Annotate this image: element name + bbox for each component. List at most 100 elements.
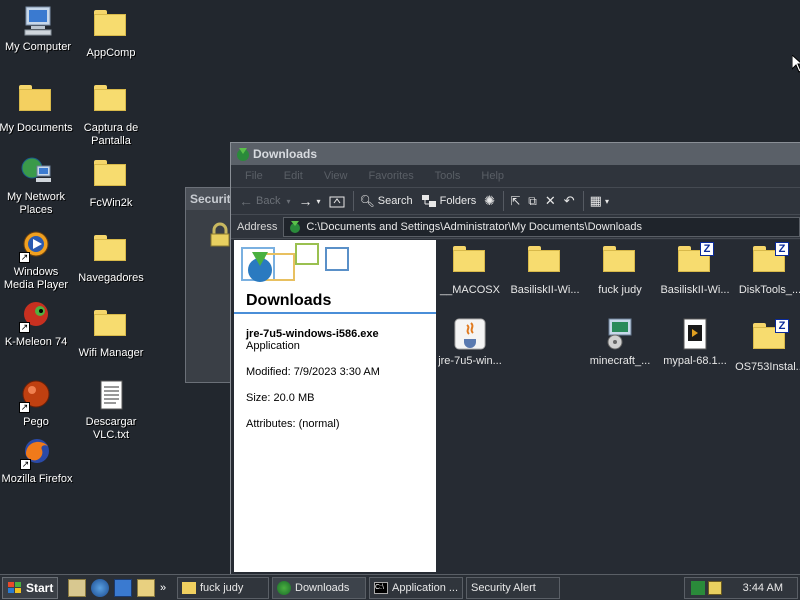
file-item[interactable]: __MACOSX <box>432 240 508 296</box>
start-button[interactable]: Start <box>2 576 58 599</box>
toolbar-separator <box>503 191 505 211</box>
desktop-icon-pego[interactable]: ↗ Pego <box>0 379 74 429</box>
desktop-icon-network-places[interactable]: My Network Places <box>0 154 74 217</box>
pego-icon: ↗ <box>19 379 53 413</box>
explorer-title-bar[interactable]: Downloads <box>231 143 800 165</box>
menu-view[interactable]: View <box>324 170 348 182</box>
move-to-button[interactable]: ⇱ <box>510 194 520 208</box>
setup-file-icon <box>678 317 712 351</box>
network-globe-icon <box>19 154 53 188</box>
folders-button[interactable]: Folders <box>421 194 476 208</box>
desktop-icon-my-computer[interactable]: My Computer <box>0 4 76 54</box>
downloads-banner-icon <box>241 243 349 282</box>
menu-favorites[interactable]: Favorites <box>369 170 414 182</box>
folders-icon <box>421 195 436 207</box>
network-tray-icon[interactable] <box>691 581 705 595</box>
system-tray: 3:44 AM <box>684 577 798 599</box>
back-button[interactable]: ← Back ▾ <box>239 193 290 209</box>
desktop-icon-my-documents[interactable]: My Documents <box>0 79 74 135</box>
views-button[interactable]: ▦ ▾ <box>590 193 609 209</box>
file-item[interactable]: Z BasiliskII-Wi... <box>657 240 733 296</box>
desktop-icon-label: Descargar VLC.txt <box>85 416 137 441</box>
file-item[interactable]: mypal-68.1... <box>657 317 733 367</box>
up-folder-icon <box>329 196 344 208</box>
console-icon: C:\ <box>374 581 388 594</box>
selected-file-type: Application <box>246 340 300 352</box>
delete-button[interactable]: ✕ <box>545 193 556 209</box>
up-folder-button[interactable] <box>329 194 345 208</box>
padlock-icon <box>210 222 230 247</box>
outlook-express-icon[interactable] <box>114 578 132 597</box>
task-button-security-alert[interactable]: Security Alert <box>466 576 560 599</box>
task-button-application[interactable]: C:\ Application ... <box>369 576 463 599</box>
taskbar: Start » fuck judy Downloads C:\ Applicat… <box>0 574 800 600</box>
file-item[interactable]: fuck judy <box>582 240 658 296</box>
forward-button[interactable]: → ▾ <box>298 193 320 209</box>
search-computer-icon[interactable] <box>137 578 155 597</box>
start-label: Start <box>26 580 54 595</box>
file-name: minecraft_... <box>589 355 651 367</box>
task-label: Application ... <box>392 581 459 594</box>
folder-icon <box>94 10 128 44</box>
desktop-icon-descargar-vlc[interactable]: Descargar VLC.txt <box>73 379 149 442</box>
downloads-folder-icon <box>290 220 301 233</box>
file-item[interactable]: minecraft_... <box>582 317 658 367</box>
desktop-icon-firefox[interactable]: ↗ Mozilla Firefox <box>0 436 75 486</box>
desktop-icon-appcomp[interactable]: AppComp <box>73 4 149 60</box>
clock[interactable]: 3:44 AM <box>743 582 783 594</box>
task-button-downloads[interactable]: Downloads <box>272 576 366 599</box>
folder-sync-button[interactable]: ✺ <box>484 193 495 209</box>
address-field[interactable]: C:\Documents and Settings\Administrator\… <box>283 216 800 237</box>
file-item-selected[interactable]: jre-7u5-win... <box>432 317 508 367</box>
folder-content-area: Downloads jre-7u5-windows-i586.exe Appli… <box>231 240 800 575</box>
internet-explorer-icon[interactable] <box>91 578 109 597</box>
standard-toolbar: ← Back ▾ → ▾ 🔍︎ Search Folders ✺ ⇱ ⧉ ✕ ↶ <box>231 187 800 215</box>
security-tray-icon[interactable] <box>708 581 722 595</box>
toolbar-separator <box>582 191 584 211</box>
desktop-icon-k-meleon[interactable]: ↗ K-Meleon 74 <box>0 299 74 349</box>
selected-file-attributes: Attributes: (normal) <box>246 418 340 430</box>
details-task-pane: Downloads jre-7u5-windows-i586.exe Appli… <box>234 240 436 572</box>
desktop-icon-label: Navegadores <box>78 272 144 284</box>
show-desktop-icon[interactable] <box>68 578 86 597</box>
address-path: C:\Documents and Settings\Administrator\… <box>306 220 642 233</box>
desktop-icon-wifi-manager[interactable]: Wifi Manager <box>73 304 149 360</box>
explorer-window[interactable]: Downloads File Edit View Favorites Tools… <box>230 142 800 575</box>
menu-help[interactable]: Help <box>481 170 504 182</box>
desktop-icon-label: FcWin2k <box>89 197 133 209</box>
desktop-icon-label: My Network Places <box>6 191 66 216</box>
file-item[interactable]: BasiliskII-Wi... <box>507 240 583 296</box>
file-item[interactable]: Z DiskTools_... <box>732 240 800 296</box>
explorer-title: Downloads <box>253 147 318 161</box>
desktop-icon-label: K-Meleon 74 <box>4 336 68 348</box>
file-name: DiskTools_... <box>738 284 800 296</box>
desktop-icon-captura[interactable]: Captura de Pantalla <box>73 79 149 148</box>
chevron-right-icon[interactable]: » <box>160 579 170 597</box>
quick-launch: » <box>68 578 175 597</box>
back-label: Back <box>256 195 281 207</box>
search-button[interactable]: 🔍︎ Search <box>360 194 413 208</box>
folder-icon <box>528 246 562 280</box>
file-name: BasiliskII-Wi... <box>660 284 730 296</box>
downloads-task-icon <box>277 580 291 595</box>
computer-icon <box>21 4 55 38</box>
copy-to-button[interactable]: ⧉ <box>528 194 537 209</box>
folder-icon <box>94 310 128 344</box>
desktop-icon-navegadores[interactable]: Navegadores <box>73 229 149 285</box>
file-item[interactable]: Z OS753Instal... <box>732 317 800 373</box>
menu-file[interactable]: File <box>245 170 263 182</box>
search-label: Search <box>377 195 413 207</box>
folder-icon <box>453 246 487 280</box>
menu-edit[interactable]: Edit <box>284 170 303 182</box>
desktop-icon-label: Mozilla Firefox <box>1 473 73 485</box>
menu-tools[interactable]: Tools <box>435 170 461 182</box>
file-name: mypal-68.1... <box>663 355 727 367</box>
desktop-icon-fcwin2k[interactable]: FcWin2k <box>73 154 149 210</box>
folder-icon <box>94 160 128 194</box>
desktop-icon-media-player[interactable]: ↗ Windows Media Player <box>0 229 74 292</box>
chevron-down-icon: ▾ <box>316 196 321 206</box>
task-button-fuck-judy[interactable]: fuck judy <box>177 576 269 599</box>
file-name: jre-7u5-win... <box>438 355 502 367</box>
folder-search-icon <box>182 581 196 594</box>
undo-button[interactable]: ↶ <box>564 193 575 209</box>
